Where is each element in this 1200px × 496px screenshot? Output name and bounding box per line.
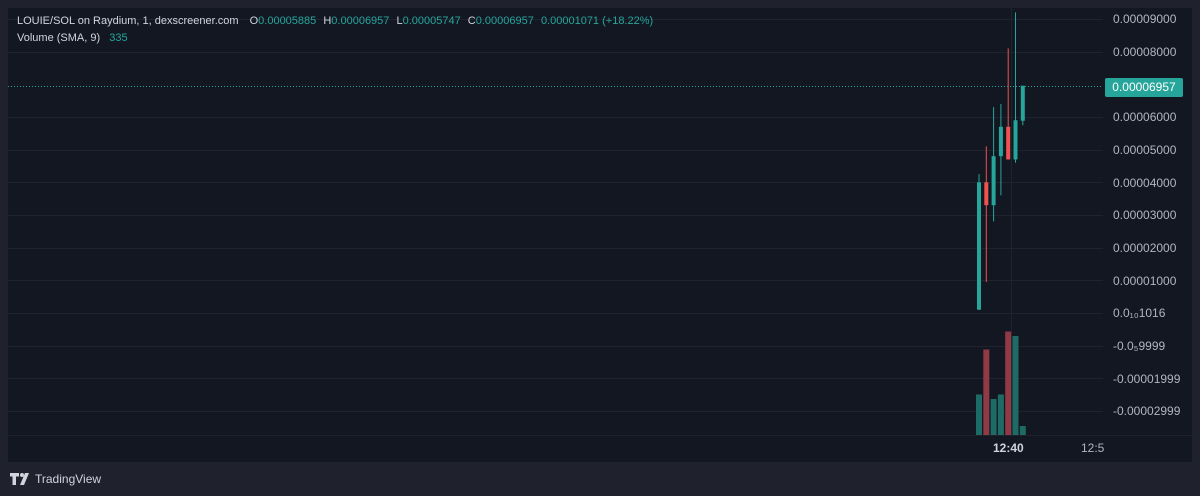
low-value: 0.00005747 (402, 15, 461, 27)
low-key: L (396, 15, 403, 27)
volume-value: 335 (109, 32, 128, 44)
price-tick: -0.0₅9999 (1113, 339, 1166, 353)
volume-bar (990, 399, 997, 435)
price-tick: -0.00001999 (1113, 372, 1181, 386)
last-price-label: 0.00006957 (1105, 78, 1183, 97)
price-tick: 0.00001000 (1113, 274, 1177, 288)
ohlc-legend: LOUIE/SOL on Raydium, 1, dexscreener.com… (17, 15, 657, 27)
price-tick: 0.0₁₀1016 (1113, 306, 1166, 320)
candle-body (977, 182, 981, 310)
open-key: O (249, 15, 259, 27)
candle-body (984, 182, 989, 206)
chart-app: LOUIE/SOL on Raydium, 1, dexscreener.com… (0, 0, 1200, 496)
volume-bar (997, 394, 1004, 435)
close-key: C (467, 15, 476, 27)
scale-corner (1103, 436, 1192, 462)
volume-bar (1005, 331, 1012, 435)
volume-bar (983, 349, 990, 435)
tradingview-logo-icon (10, 473, 29, 485)
open-value: 0.00005885 (258, 15, 317, 27)
time-tick: 12:5 (1081, 441, 1105, 455)
candle-body (1006, 126, 1011, 160)
price-tick: -0.00002999 (1113, 404, 1181, 418)
volume-legend: Volume (SMA, 9) 335 (17, 32, 132, 44)
change-value: 0.00001071 (+18.22%) (540, 15, 654, 27)
chart-pane[interactable] (8, 8, 1103, 435)
volume-bar (1019, 426, 1026, 435)
close-value: 0.00006957 (475, 15, 534, 27)
tradingview-brand-text: TradingView (35, 472, 102, 486)
price-tick: 0.00008000 (1113, 45, 1177, 59)
price-tick: 0.00005000 (1113, 143, 1177, 157)
candlestick-plot[interactable] (8, 8, 1103, 435)
candle-body (1020, 85, 1025, 121)
candle-body (991, 156, 996, 206)
volume-title[interactable]: Volume (SMA, 9) (17, 32, 100, 44)
time-tick: 12:40 (993, 441, 1024, 455)
volume-bar (1012, 336, 1019, 435)
time-scale[interactable] (8, 436, 1103, 462)
price-tick: 0.00003000 (1113, 208, 1177, 222)
volume-bar (976, 394, 982, 435)
price-tick: 0.00009000 (1113, 12, 1177, 26)
candle-body (1013, 120, 1018, 160)
price-tick: 0.00002000 (1113, 241, 1177, 255)
candle-body (998, 126, 1003, 157)
high-value: 0.00006957 (331, 15, 390, 27)
price-tick: 0.00006000 (1113, 110, 1177, 124)
tradingview-branding[interactable]: TradingView (10, 472, 101, 486)
price-tick: 0.00004000 (1113, 176, 1177, 190)
symbol-title[interactable]: LOUIE/SOL on Raydium, 1, dexscreener.com (17, 15, 239, 27)
